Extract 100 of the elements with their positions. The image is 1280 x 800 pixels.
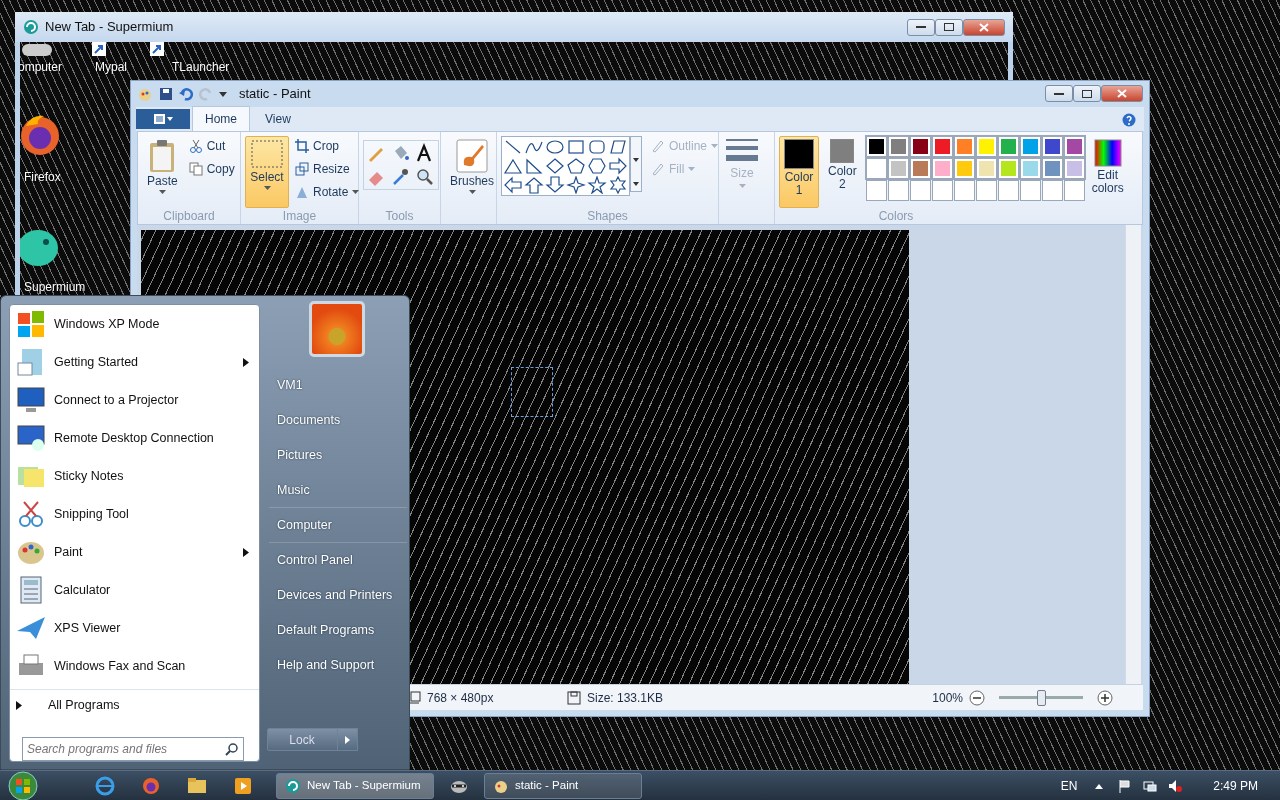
program-item[interactable]: Windows XP Mode <box>10 305 259 343</box>
up-arrow-icon[interactable] <box>524 175 544 194</box>
hexagon-icon[interactable] <box>587 156 607 175</box>
start-menu-link[interactable]: Computer <box>269 508 407 543</box>
application-menu-button[interactable] <box>136 108 190 129</box>
color-slot-button[interactable]: Color 2 <box>823 135 862 209</box>
power-options-button[interactable] <box>337 728 358 751</box>
rotate-button[interactable]: Rotate <box>293 181 362 202</box>
palette-swatch[interactable] <box>953 135 975 157</box>
color-slot-button[interactable]: Color 1 <box>779 135 819 209</box>
clock[interactable]: 2:49 PM <box>1213 776 1258 795</box>
start-menu-link[interactable]: Devices and Printers <box>269 578 407 613</box>
palette-swatch[interactable] <box>1063 135 1085 157</box>
palette-swatch[interactable] <box>887 135 909 157</box>
select-button[interactable]: Select <box>245 135 289 209</box>
crop-button[interactable]: Crop <box>293 135 362 156</box>
network-icon[interactable] <box>1143 778 1158 793</box>
palette-swatch[interactable] <box>1019 157 1041 179</box>
program-item[interactable]: Snipping Tool <box>10 495 259 533</box>
program-item[interactable]: Windows Fax and Scan <box>10 647 259 685</box>
right-arrow-icon[interactable] <box>608 156 628 175</box>
edit-colors-button[interactable]: Edit colors <box>1088 135 1127 209</box>
pentagon-icon[interactable] <box>566 156 586 175</box>
caret-icon <box>263 185 271 190</box>
taskbar-button[interactable]: static - Paint <box>484 772 642 799</box>
close-button[interactable] <box>1101 85 1143 103</box>
six-point-star-icon[interactable] <box>608 175 628 194</box>
language-indicator[interactable]: EN <box>1060 776 1078 795</box>
ribbon-tab[interactable]: Home <box>192 105 250 131</box>
group-label: Shapes <box>586 208 629 225</box>
line-width-icon <box>725 136 759 163</box>
program-item[interactable]: Sticky Notes <box>10 457 259 495</box>
vertical-scrollbar[interactable] <box>1125 225 1141 685</box>
maximize-button[interactable] <box>935 18 963 36</box>
right-triangle-icon[interactable] <box>524 156 544 175</box>
slider-thumb[interactable] <box>1037 689 1046 706</box>
program-item[interactable]: Getting Started <box>10 343 259 381</box>
start-menu-link[interactable]: Music <box>269 473 407 508</box>
search-field[interactable]: Search programs and files <box>22 737 244 761</box>
palette-swatch[interactable] <box>997 157 1019 179</box>
oval-icon[interactable] <box>545 137 565 156</box>
program-item[interactable]: Calculator <box>10 571 259 609</box>
palette-swatch[interactable] <box>1041 157 1063 179</box>
palette-swatch[interactable] <box>1019 135 1041 157</box>
polygon-icon[interactable] <box>608 137 628 156</box>
copy-button[interactable]: Copy <box>186 158 237 179</box>
start-menu-link[interactable]: Help and Support <box>269 648 407 683</box>
palette-swatch[interactable] <box>997 135 1019 157</box>
five-point-star-icon[interactable] <box>587 175 607 194</box>
program-item[interactable]: XPS Viewer <box>10 609 259 647</box>
palette-swatch[interactable] <box>887 157 909 179</box>
program-item[interactable]: Remote Desktop Connection <box>10 419 259 457</box>
paste-button[interactable]: Paste <box>142 135 183 209</box>
palette-swatch[interactable] <box>1041 135 1063 157</box>
resize-button[interactable]: Resize <box>293 158 362 179</box>
undo-icon[interactable] <box>179 86 193 101</box>
cut-button[interactable]: Cut <box>186 135 237 156</box>
ribbon-tab[interactable]: View <box>252 105 304 131</box>
palette-swatch[interactable] <box>1063 157 1085 179</box>
caret-icon <box>352 189 360 194</box>
fill-bucket-icon <box>651 161 665 176</box>
play-icon <box>233 775 253 796</box>
minimize-icon <box>916 25 926 29</box>
left-arrow-icon[interactable] <box>503 175 523 194</box>
flag-icon[interactable] <box>1118 778 1133 793</box>
palette-swatch[interactable] <box>909 157 931 179</box>
start-menu-link[interactable]: Default Programs <box>269 613 407 648</box>
gallery-scroll-icon[interactable] <box>630 135 642 192</box>
palette-swatch[interactable] <box>953 157 975 179</box>
all-programs-item[interactable]: All Programs <box>10 689 259 721</box>
palette-swatch[interactable] <box>865 157 887 179</box>
palette-swatch[interactable] <box>931 157 953 179</box>
program-item[interactable]: Paint <box>10 533 259 571</box>
palette-swatch[interactable] <box>975 157 997 179</box>
diamond-icon[interactable] <box>545 156 565 175</box>
down-arrow-icon[interactable] <box>545 175 565 194</box>
palette-swatch[interactable] <box>909 135 931 157</box>
help-icon[interactable] <box>1122 112 1136 127</box>
zoom-in-icon[interactable] <box>1097 689 1113 706</box>
swirl-icon <box>23 19 39 35</box>
dropdown-caret-icon[interactable] <box>219 89 227 98</box>
taskbar-button[interactable]: New Tab - Supermium <box>276 772 434 799</box>
close-button[interactable] <box>963 18 1005 36</box>
minimize-button[interactable] <box>907 18 935 36</box>
speaker-muted-icon[interactable] <box>1168 778 1183 793</box>
start-menu-link[interactable]: Control Panel <box>269 543 407 578</box>
palette-swatch[interactable] <box>975 135 997 157</box>
window-title: New Tab - Supermium <box>45 18 175 37</box>
four-point-star-icon[interactable] <box>566 175 586 194</box>
start-menu-link[interactable]: Pictures <box>269 438 407 473</box>
rounded-rectangle-icon[interactable] <box>587 137 607 156</box>
caret-icon <box>688 166 696 171</box>
maximize-button[interactable] <box>1073 85 1101 103</box>
palette-swatch[interactable] <box>865 135 887 157</box>
palette-swatch[interactable] <box>931 135 953 157</box>
minimize-button[interactable] <box>1045 85 1073 103</box>
zoom-out-icon[interactable] <box>969 689 985 706</box>
program-item[interactable]: Connect to a Projector <box>10 381 259 419</box>
save-icon[interactable] <box>159 86 173 101</box>
brushes-button[interactable]: Brushes <box>445 135 500 225</box>
